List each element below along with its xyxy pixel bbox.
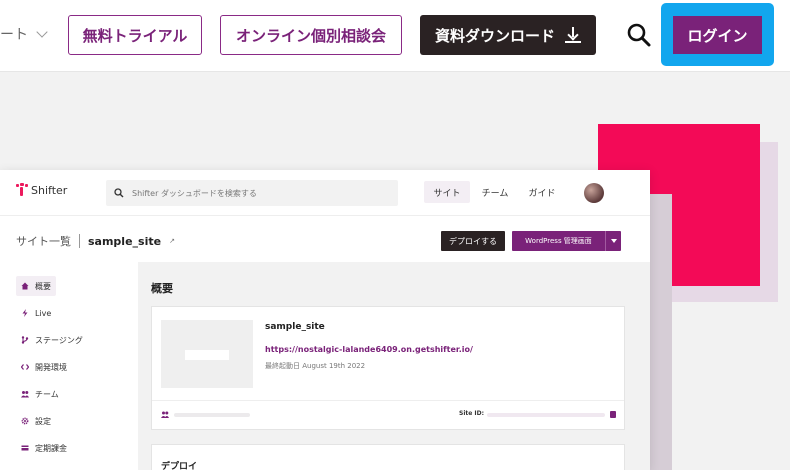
sidebar-item-label: 開発環境 [35,362,67,372]
download-icon [565,27,581,43]
breadcrumb-site-list[interactable]: サイト一覧 [16,233,71,249]
last-started-date: 最終起動日 August 19th 2022 [265,362,366,370]
dashboard-sidebar: 概要 Live ステージング 開発環境 チーム 設定 定期課金 [0,262,138,470]
site-header: ート 無料トライアル オンライン個別相談会 資料ダウンロード ログイン [0,0,790,72]
wordpress-admin-button[interactable]: WordPress 管理画面 [512,231,621,251]
tab-team[interactable]: チーム [476,181,514,203]
dashboard-main: 概要 sample_site https://nostalgic-lalande… [138,262,650,470]
shifter-logo-mark-icon [16,183,28,197]
search-icon [114,188,124,198]
nav-menu-item-partial[interactable]: ート [0,24,48,44]
shifter-logo: Shifter [16,183,67,197]
search-icon[interactable] [626,22,652,48]
login-button[interactable]: ログイン [673,16,762,54]
sidebar-item-overview[interactable]: 概要 [16,276,56,296]
site-thumbnail [161,320,253,388]
team-members-placeholder [174,413,250,417]
users-icon [161,411,169,418]
avatar[interactable] [584,183,604,203]
dashboard-topbar: Shifter Shifter ダッシュボードを検索する サイト チーム ガイド [0,170,650,216]
sidebar-item-billing[interactable]: 定期課金 [16,438,72,458]
sidebar-item-label: チーム [35,389,59,399]
site-summary-card: sample_site https://nostalgic-lalande640… [151,306,625,430]
dashboard-screenshot: Shifter Shifter ダッシュボードを検索する サイト チーム ガイド… [0,170,650,470]
breadcrumb-divider [79,234,80,248]
sidebar-item-staging[interactable]: ステージング [16,330,88,350]
site-card-footer: Site ID: [152,400,624,430]
sidebar-item-label: 定期課金 [35,443,67,453]
download-materials-button[interactable]: 資料ダウンロード [420,15,596,55]
deploy-section-title: デプロイ [161,462,198,470]
shifter-logo-text: Shifter [31,183,68,197]
sidebar-item-settings[interactable]: 設定 [16,411,56,431]
copy-icon[interactable] [610,411,616,418]
gear-icon [21,417,29,425]
site-id-label: Site ID: [459,410,485,417]
sidebar-item-development[interactable]: 開発環境 [16,357,72,377]
page-title: 概要 [151,282,173,295]
wordpress-admin-label: WordPress 管理画面 [525,237,592,245]
nav-menu-label: ート [0,27,28,43]
chevron-down-icon[interactable] [605,231,621,251]
free-trial-button[interactable]: 無料トライアル [68,15,202,55]
sidebar-item-label: 設定 [35,416,51,426]
deploy-section-card: デプロイ [151,444,625,470]
external-link-icon[interactable]: ↗ [169,237,175,245]
tab-guide[interactable]: ガイド [520,181,564,203]
decorative-shadow-strip [650,194,672,470]
search-placeholder: Shifter ダッシュボードを検索する [132,188,257,198]
branch-icon [21,336,29,344]
chevron-down-icon [36,26,48,38]
breadcrumb-current-site: sample_site [88,234,162,248]
code-icon [21,364,29,370]
sidebar-item-label: ステージング [35,335,83,345]
download-button-label: 資料ダウンロード [434,26,555,45]
home-icon [21,282,29,290]
sidebar-item-live[interactable]: Live [16,303,56,323]
site-name: sample_site [265,322,325,332]
users-icon [21,391,29,398]
sidebar-item-label: Live [35,308,52,318]
site-url-link[interactable]: https://nostalgic-lalande6409.on.getshif… [265,345,473,354]
tab-site[interactable]: サイト [424,181,470,203]
dashboard-search-input[interactable]: Shifter ダッシュボードを検索する [106,180,398,206]
sidebar-item-team[interactable]: チーム [16,384,64,404]
bolt-icon [22,309,28,317]
login-highlight: ログイン [661,3,774,66]
sidebar-item-label: 概要 [35,281,51,291]
deploy-button[interactable]: デプロイする [441,231,505,251]
breadcrumb: サイト一覧 sample_site ↗ [16,233,175,249]
online-consultation-button[interactable]: オンライン個別相談会 [220,15,402,55]
card-icon [21,445,29,451]
site-id-value-placeholder [487,413,605,417]
